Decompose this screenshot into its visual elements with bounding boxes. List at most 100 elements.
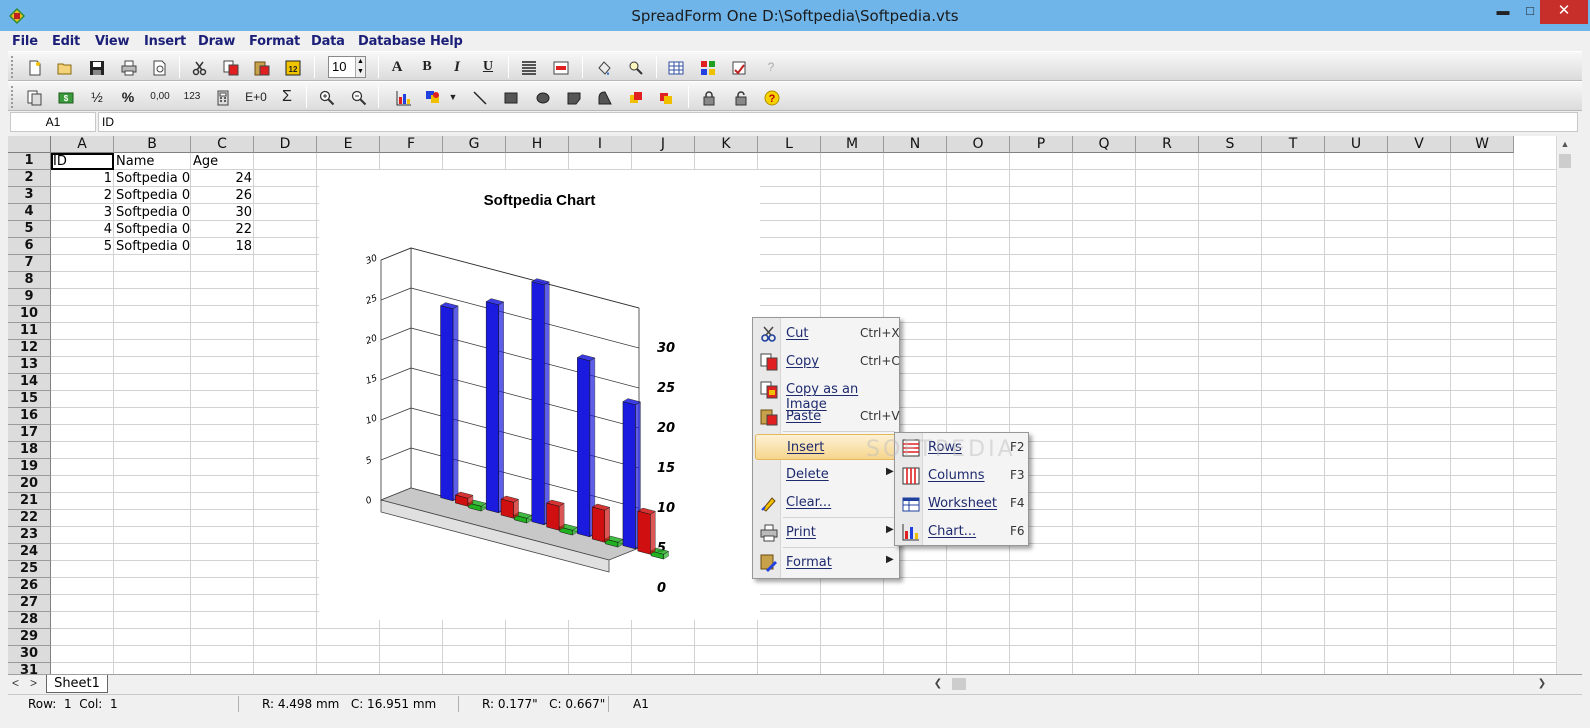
menu-help[interactable]: Help [430, 34, 463, 49]
fill-color-icon[interactable] [593, 57, 615, 77]
cell[interactable]: 5 [51, 238, 114, 255]
row-header[interactable]: 23 [8, 527, 51, 544]
line-tool-icon[interactable] [469, 87, 491, 107]
column-header-r[interactable]: R [1136, 136, 1199, 153]
row-header[interactable]: 24 [8, 544, 51, 561]
row-header[interactable]: 31 [8, 663, 51, 674]
row-header[interactable]: 20 [8, 476, 51, 493]
find-icon[interactable] [625, 57, 647, 77]
new-file-icon[interactable] [24, 57, 46, 77]
menu-item-print[interactable]: Print ▶ [755, 520, 897, 546]
column-header-o[interactable]: O [947, 136, 1010, 153]
vertical-scrollbar[interactable]: ▲ [1556, 136, 1572, 674]
row-header[interactable]: 12 [8, 340, 51, 357]
column-header-a[interactable]: A [51, 136, 114, 153]
cell[interactable]: Age [191, 153, 254, 170]
column-header-e[interactable]: E [317, 136, 380, 153]
insert-chart-icon[interactable] [393, 87, 415, 107]
cell[interactable]: 26 [191, 187, 254, 204]
column-header-p[interactable]: P [1010, 136, 1073, 153]
exponent-button[interactable]: E+0 [242, 87, 270, 107]
send-to-back-icon[interactable] [656, 87, 678, 107]
row-header[interactable]: 19 [8, 459, 51, 476]
save-icon[interactable] [86, 57, 108, 77]
cut-icon[interactable] [189, 57, 211, 77]
row-header[interactable]: 15 [8, 391, 51, 408]
cell[interactable]: 4 [51, 221, 114, 238]
cell[interactable]: Softpedia 02 [114, 187, 191, 204]
bold-button[interactable]: B [416, 57, 438, 77]
column-header-d[interactable]: D [254, 136, 317, 153]
column-header-b[interactable]: B [114, 136, 191, 153]
ellipse-tool-icon[interactable] [532, 87, 554, 107]
help-icon[interactable]: ? [761, 87, 783, 107]
horizontal-scroll-thumb[interactable] [952, 678, 966, 690]
row-header[interactable]: 29 [8, 629, 51, 646]
menu-item-delete[interactable]: Delete ▶ [755, 462, 897, 488]
column-header-m[interactable]: M [821, 136, 884, 153]
cell[interactable]: 2 [51, 187, 114, 204]
column-header-s[interactable]: S [1199, 136, 1262, 153]
paste-icon[interactable] [251, 57, 273, 77]
row-header[interactable]: 9 [8, 289, 51, 306]
minimize-button[interactable]: ▬ [1488, 0, 1518, 24]
menu-data[interactable]: Data [311, 34, 345, 49]
row-header[interactable]: 17 [8, 425, 51, 442]
row-header[interactable]: 11 [8, 323, 51, 340]
cell-reference-box[interactable]: A1 [10, 112, 96, 132]
row-header[interactable]: 1 [8, 153, 51, 170]
fraction-button[interactable]: ½ [86, 87, 108, 107]
cell[interactable]: 30 [191, 204, 254, 221]
font-color-button[interactable]: A [386, 57, 408, 77]
column-header-w[interactable]: W [1451, 136, 1514, 153]
row-header[interactable]: 21 [8, 493, 51, 510]
cell[interactable]: Softpedia 05 [114, 238, 191, 255]
row-header[interactable]: 2 [8, 170, 51, 187]
cell[interactable]: Softpedia 04 [114, 221, 191, 238]
print-preview-icon[interactable] [149, 57, 171, 77]
italic-button[interactable]: I [446, 57, 468, 77]
column-header-g[interactable]: G [443, 136, 506, 153]
menu-item-cut[interactable]: Cut Ctrl+X [755, 321, 900, 347]
row-header[interactable]: 4 [8, 204, 51, 221]
column-header-f[interactable]: F [380, 136, 443, 153]
protect-icon[interactable] [728, 57, 750, 77]
cell[interactable]: Softpedia 03 [114, 204, 191, 221]
chevron-down-icon[interactable]: ▼ [446, 87, 460, 107]
column-header-c[interactable]: C [191, 136, 254, 153]
cell[interactable]: 22 [191, 221, 254, 238]
tab-sheet1[interactable]: Sheet1 [46, 675, 108, 693]
row-header[interactable]: 26 [8, 578, 51, 595]
tab-prev-button[interactable]: < [12, 676, 19, 690]
close-button[interactable]: ✕ [1540, 0, 1588, 24]
calculator-icon[interactable] [212, 87, 234, 107]
menu-database[interactable]: Database [358, 34, 426, 49]
copy-icon[interactable] [220, 57, 242, 77]
arc-tool-icon[interactable] [594, 87, 616, 107]
column-header-n[interactable]: N [884, 136, 947, 153]
row-header[interactable]: 28 [8, 612, 51, 629]
menu-edit[interactable]: Edit [52, 34, 80, 49]
column-header-i[interactable]: I [569, 136, 632, 153]
column-header-u[interactable]: U [1325, 136, 1388, 153]
table-icon[interactable] [665, 57, 687, 77]
horizontal-scrollbar[interactable]: ❮ ❯ [930, 676, 1558, 692]
merge-cells-icon[interactable] [550, 57, 572, 77]
row-header[interactable]: 14 [8, 374, 51, 391]
cell[interactable]: 18 [191, 238, 254, 255]
menu-item-clear[interactable]: Clear... [755, 490, 897, 516]
toolbar-grip[interactable] [11, 56, 15, 78]
column-header-k[interactable]: K [695, 136, 758, 153]
underline-button[interactable]: U [477, 57, 499, 77]
menu-item-format[interactable]: Format ▶ [755, 550, 897, 576]
toolbar-grip[interactable] [11, 86, 15, 108]
row-header[interactable]: 30 [8, 646, 51, 663]
unlock-icon[interactable] [730, 87, 752, 107]
cell[interactable]: 1 [51, 170, 114, 187]
polygon-tool-icon[interactable] [563, 87, 585, 107]
row-header[interactable]: 7 [8, 255, 51, 272]
row-header[interactable]: 25 [8, 561, 51, 578]
menu-item-copy-as-image[interactable]: Copy as an Image [755, 377, 897, 412]
number-format-button[interactable]: 123 [179, 87, 205, 107]
menu-format[interactable]: Format [249, 34, 300, 49]
